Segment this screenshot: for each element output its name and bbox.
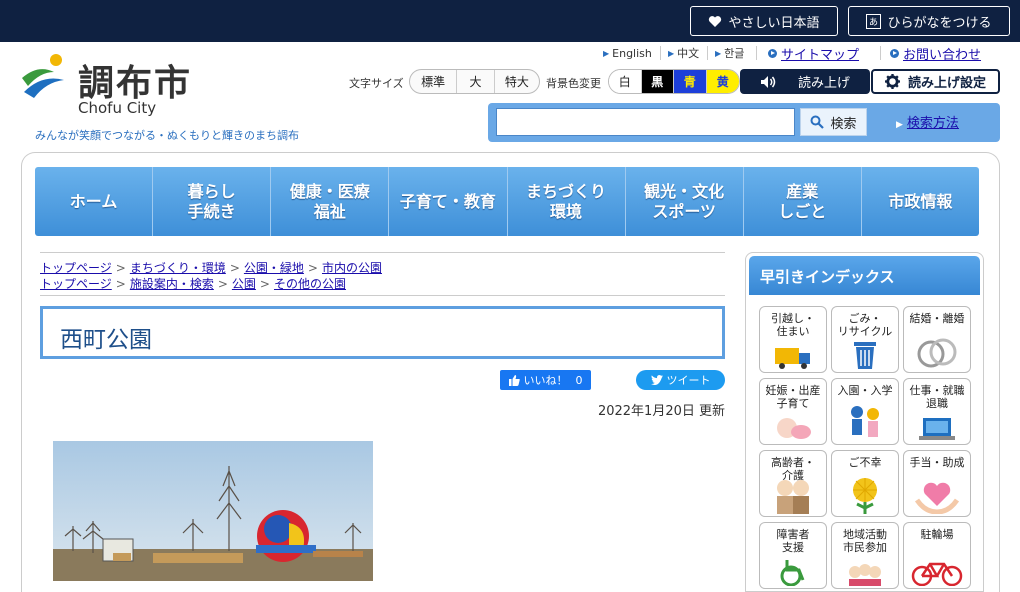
breadcrumb-link[interactable]: その他の公園: [274, 275, 346, 292]
breadcrumb-link[interactable]: 公園: [232, 275, 256, 292]
arrow-circle-icon: [890, 49, 899, 58]
tile-allowance-subsidy[interactable]: 手当・助成: [903, 450, 971, 517]
global-nav: ホーム 暮らし 手続き 健康・医療 福祉 子育て・教育 まちづくり 環境 観光・…: [35, 167, 979, 236]
svg-text:あ: あ: [869, 17, 878, 28]
triangle-icon: ▶: [668, 48, 675, 58]
language-chinese[interactable]: ▶ 中文: [668, 44, 699, 62]
divider: [660, 46, 661, 60]
triangle-icon: ▶: [715, 48, 722, 58]
breadcrumb-link[interactable]: まちづくり・環境: [130, 259, 226, 276]
breadcrumb: トップページ > 施設案内・検索 > 公園 > その他の公園: [40, 275, 346, 292]
arrow-circle-icon: [768, 49, 777, 58]
breadcrumb-link[interactable]: 市内の公園: [322, 259, 382, 276]
triangle-icon: ▶: [896, 120, 903, 130]
tile-bereavement[interactable]: ご不幸: [831, 450, 899, 517]
contact-link[interactable]: お問い合わせ: [890, 44, 981, 63]
font-size-standard[interactable]: 標準: [410, 70, 458, 93]
tile-moving-housing[interactable]: 引越し・ 住まい: [759, 306, 827, 373]
bg-color-label: 背景色変更: [546, 77, 601, 90]
elderly-couple-icon: [777, 480, 809, 514]
city-emblem-icon: [22, 54, 64, 98]
divider: [880, 46, 881, 60]
breadcrumb-link[interactable]: トップページ: [40, 259, 112, 276]
sitemap-link[interactable]: サイトマップ: [768, 44, 859, 63]
speaker-icon: [760, 75, 776, 88]
facebook-like-button[interactable]: いいね！ 0: [500, 370, 591, 390]
wheelchair-icon: [780, 560, 805, 586]
breadcrumb: トップページ > まちづくり・環境 > 公園・緑地 > 市内の公園: [40, 259, 382, 276]
breadcrumb-link[interactable]: トップページ: [40, 275, 112, 292]
heart-hands-icon: [915, 482, 959, 514]
nav-home[interactable]: ホーム: [35, 167, 154, 236]
nav-culture[interactable]: 観光・文化 スポーツ: [626, 167, 744, 236]
park-photo: [53, 441, 373, 581]
search-howto-link[interactable]: ▶ 検索方法: [896, 112, 959, 131]
laptop-icon: [919, 418, 955, 440]
furigana-button[interactable]: あ ひらがなをつける: [848, 6, 1010, 36]
tile-pregnancy-childcare[interactable]: 妊娠・出産 子育て: [759, 378, 827, 445]
nav-childcare[interactable]: 子育て・教育: [389, 167, 508, 236]
easy-japanese-button[interactable]: やさしい日本語: [690, 6, 838, 36]
moving-truck-icon: [775, 348, 810, 369]
page-title: 西町公園: [60, 327, 152, 353]
gear-icon: [884, 74, 900, 89]
language-korean[interactable]: ▶ 한글: [715, 44, 744, 62]
search-button[interactable]: 検索: [800, 108, 867, 136]
tile-marriage-divorce[interactable]: 結婚・離婚: [903, 306, 971, 373]
divider: [40, 252, 725, 253]
tile-elderly-care[interactable]: 高齢者・ 介護: [759, 450, 827, 517]
breadcrumb-link[interactable]: 公園・緑地: [244, 259, 304, 276]
tile-community-participation[interactable]: 地域活動 市民参加: [831, 522, 899, 589]
nav-industry[interactable]: 産業 しごと: [744, 167, 862, 236]
heart-icon: [709, 15, 722, 27]
catchphrase: みんなが笑顔でつながる・ぬくもりと輝きのまち調布: [35, 129, 299, 142]
tile-work-employment[interactable]: 仕事・就職 退職: [903, 378, 971, 445]
quick-index-title: 早引きインデックス: [749, 256, 980, 295]
trash-can-icon: [854, 342, 876, 369]
children-icon: [851, 406, 879, 437]
updated-date: 2022年1月20日 更新: [597, 404, 725, 419]
tile-school-entry[interactable]: 入園・入学: [831, 378, 899, 445]
search-icon: [810, 115, 825, 129]
bg-yellow[interactable]: 黄: [706, 70, 739, 93]
bg-white[interactable]: 白: [609, 70, 642, 93]
nav-health[interactable]: 健康・医療 福祉: [271, 167, 390, 236]
page-title-box: 西町公園: [40, 306, 725, 359]
font-size-selector: 標準 大 特大: [409, 69, 540, 94]
bicycle-icon: [911, 562, 963, 586]
nav-living[interactable]: 暮らし 手続き: [153, 167, 272, 236]
baby-icon: [777, 418, 811, 439]
twitter-bird-icon: [650, 375, 663, 385]
rings-icon: [917, 338, 957, 368]
tile-garbage-recycle[interactable]: ごみ・ リサイクル: [831, 306, 899, 373]
bg-black[interactable]: 黒: [641, 70, 674, 93]
read-aloud-button[interactable]: 読み上げ: [740, 69, 870, 94]
chrysanthemum-icon: [853, 478, 877, 514]
language-english[interactable]: ▶ English: [603, 44, 652, 62]
nav-government[interactable]: 市政情報: [862, 167, 979, 236]
bg-blue[interactable]: 青: [674, 70, 707, 93]
read-settings-button[interactable]: 読み上げ設定: [871, 69, 1000, 94]
font-size-xlarge[interactable]: 特大: [495, 70, 539, 93]
tweet-button[interactable]: ツイート: [636, 370, 725, 390]
furigana-icon: あ: [866, 13, 882, 29]
divider: [40, 295, 725, 296]
font-size-large[interactable]: 大: [457, 70, 495, 93]
breadcrumb-link[interactable]: 施設案内・検索: [130, 275, 214, 292]
divider: [756, 46, 757, 60]
park-playground-image: [53, 441, 373, 581]
nav-town[interactable]: まちづくり 環境: [508, 167, 626, 236]
divider: [707, 46, 708, 60]
triangle-icon: ▶: [603, 48, 610, 58]
tile-bicycle-parking[interactable]: 駐輪場: [903, 522, 971, 589]
people-icon: [849, 564, 881, 586]
thumbs-up-icon: [508, 374, 520, 386]
bg-color-selector: 白 黒 青 黄: [608, 69, 740, 94]
tile-disability-support[interactable]: 障害者 支援: [759, 522, 827, 589]
font-size-label: 文字サイズ: [349, 77, 404, 90]
search-input[interactable]: [496, 108, 795, 136]
